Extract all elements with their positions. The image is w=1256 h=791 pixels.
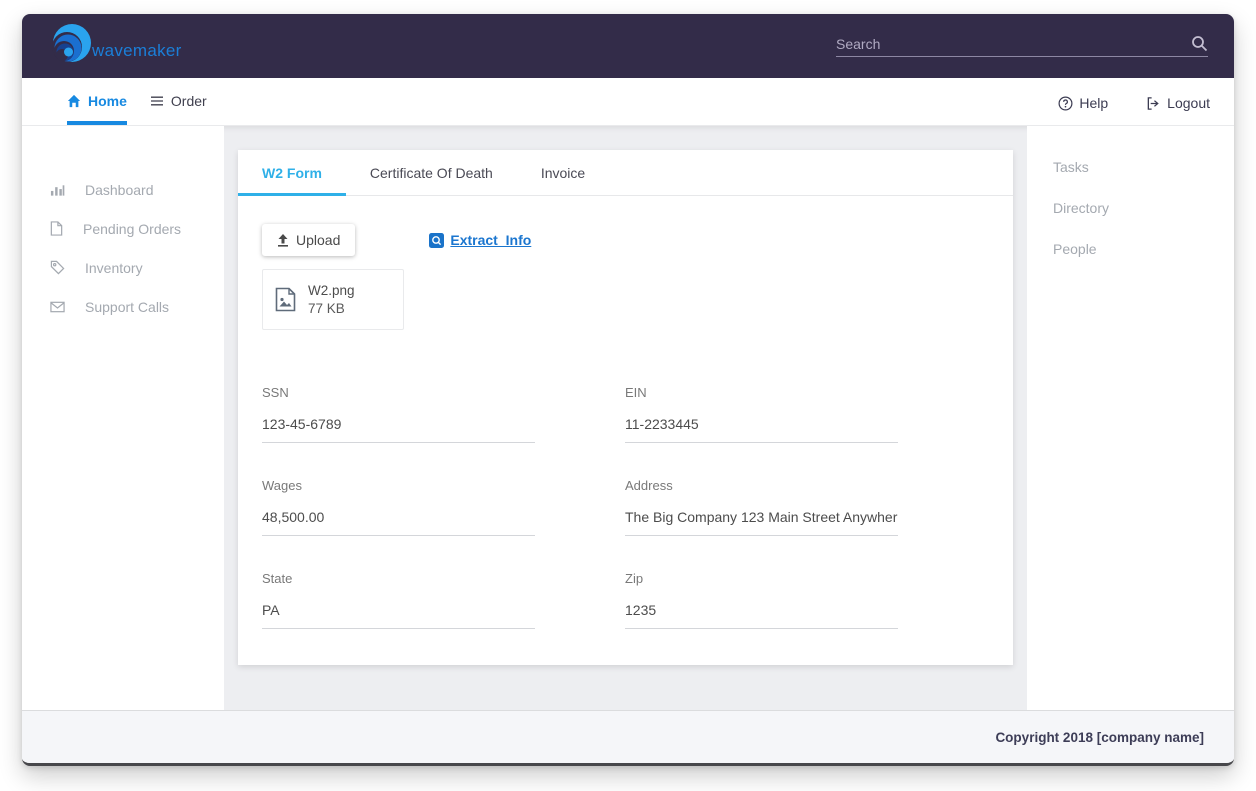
card-content: Upload Extract_Info — [238, 196, 1013, 629]
page-body: Dashboard Pending Orders Inventory — [22, 126, 1234, 710]
field-label-wages: Wages — [262, 478, 535, 493]
upload-button[interactable]: Upload — [262, 224, 355, 256]
form-grid: SSN EIN Wages Address — [262, 385, 989, 629]
envelope-icon — [50, 301, 65, 313]
ein-input[interactable] — [625, 400, 898, 443]
extract-info-label: Extract_Info — [450, 232, 531, 248]
field-ssn: SSN — [262, 385, 535, 443]
home-icon — [67, 94, 81, 108]
ssn-input[interactable] — [262, 400, 535, 443]
field-label-zip: Zip — [625, 571, 898, 586]
copyright-text: Copyright 2018 [company name] — [995, 730, 1204, 745]
extract-info-icon — [429, 233, 444, 248]
app-header: wavemaker — [22, 14, 1234, 78]
field-zip: Zip — [625, 571, 898, 629]
wavemaker-logo-icon — [44, 20, 96, 72]
field-label-ein: EIN — [625, 385, 898, 400]
search-icon[interactable] — [1191, 35, 1208, 52]
logo-text: wavemaker — [92, 41, 182, 61]
image-file-icon — [275, 287, 296, 312]
wages-input[interactable] — [262, 493, 535, 536]
field-label-ssn: SSN — [262, 385, 535, 400]
sidebar-item-people[interactable]: People — [1027, 228, 1234, 269]
logout-button[interactable]: Logout — [1146, 78, 1210, 125]
logout-label: Logout — [1167, 95, 1210, 111]
file-size: 77 KB — [308, 301, 355, 316]
navbar: Home Order Help — [22, 78, 1234, 126]
sidebar-item-pending-orders[interactable]: Pending Orders — [22, 209, 224, 248]
upload-label: Upload — [296, 232, 340, 248]
sidebar-item-label: Inventory — [85, 260, 143, 276]
upload-row: Upload Extract_Info — [262, 224, 989, 256]
field-wages: Wages — [262, 478, 535, 536]
sidebar-item-label: Pending Orders — [83, 221, 181, 237]
field-ein: EIN — [625, 385, 898, 443]
extract-info-link[interactable]: Extract_Info — [429, 232, 531, 248]
help-icon — [1058, 96, 1073, 111]
tab-invoice[interactable]: Invoice — [517, 150, 609, 196]
search-bar — [836, 35, 1208, 57]
list-icon — [150, 95, 164, 107]
file-name: W2.png — [308, 283, 355, 298]
tab-w2-form[interactable]: W2 Form — [238, 150, 346, 196]
form-card: W2 Form Certificate Of Death Invoice Upl — [238, 150, 1013, 665]
field-label-state: State — [262, 571, 535, 586]
tag-icon — [50, 260, 65, 275]
address-input[interactable] — [625, 493, 898, 536]
app-footer: Copyright 2018 [company name] — [22, 710, 1234, 763]
sidebar-item-label: Dashboard — [85, 182, 154, 198]
upload-icon — [277, 234, 289, 247]
nav-tab-label: Home — [88, 93, 127, 109]
logout-icon — [1146, 96, 1161, 111]
state-input[interactable] — [262, 586, 535, 629]
navbar-spacer — [207, 78, 1021, 125]
wavemaker-logo: wavemaker — [44, 20, 182, 72]
field-address: Address — [625, 478, 898, 536]
help-label: Help — [1079, 95, 1108, 111]
sidebar-item-support-calls[interactable]: Support Calls — [22, 287, 224, 326]
nav-tab-order[interactable]: Order — [150, 78, 207, 125]
app-window: wavemaker Home — [22, 14, 1234, 766]
left-sidebar: Dashboard Pending Orders Inventory — [22, 126, 224, 710]
field-label-address: Address — [625, 478, 898, 493]
sidebar-item-tasks[interactable]: Tasks — [1027, 146, 1234, 187]
sidebar-item-dashboard[interactable]: Dashboard — [22, 170, 224, 209]
help-button[interactable]: Help — [1058, 78, 1108, 125]
field-state: State — [262, 571, 535, 629]
content-column: W2 Form Certificate Of Death Invoice Upl — [224, 126, 1027, 710]
document-icon — [50, 221, 63, 236]
nav-tab-label: Order — [171, 93, 207, 109]
sidebar-item-inventory[interactable]: Inventory — [22, 248, 224, 287]
sidebar-item-label: Support Calls — [85, 299, 169, 315]
file-meta: W2.png 77 KB — [308, 283, 355, 316]
bar-chart-icon — [50, 183, 65, 197]
nav-tab-home[interactable]: Home — [67, 78, 127, 125]
tab-certificate-of-death[interactable]: Certificate Of Death — [346, 150, 517, 196]
right-sidebar: Tasks Directory People — [1027, 126, 1234, 710]
uploaded-file-card[interactable]: W2.png 77 KB — [262, 269, 404, 330]
card-tabs: W2 Form Certificate Of Death Invoice — [238, 150, 1013, 196]
sidebar-item-directory[interactable]: Directory — [1027, 187, 1234, 228]
search-input[interactable] — [836, 36, 1183, 52]
zip-input[interactable] — [625, 586, 898, 629]
